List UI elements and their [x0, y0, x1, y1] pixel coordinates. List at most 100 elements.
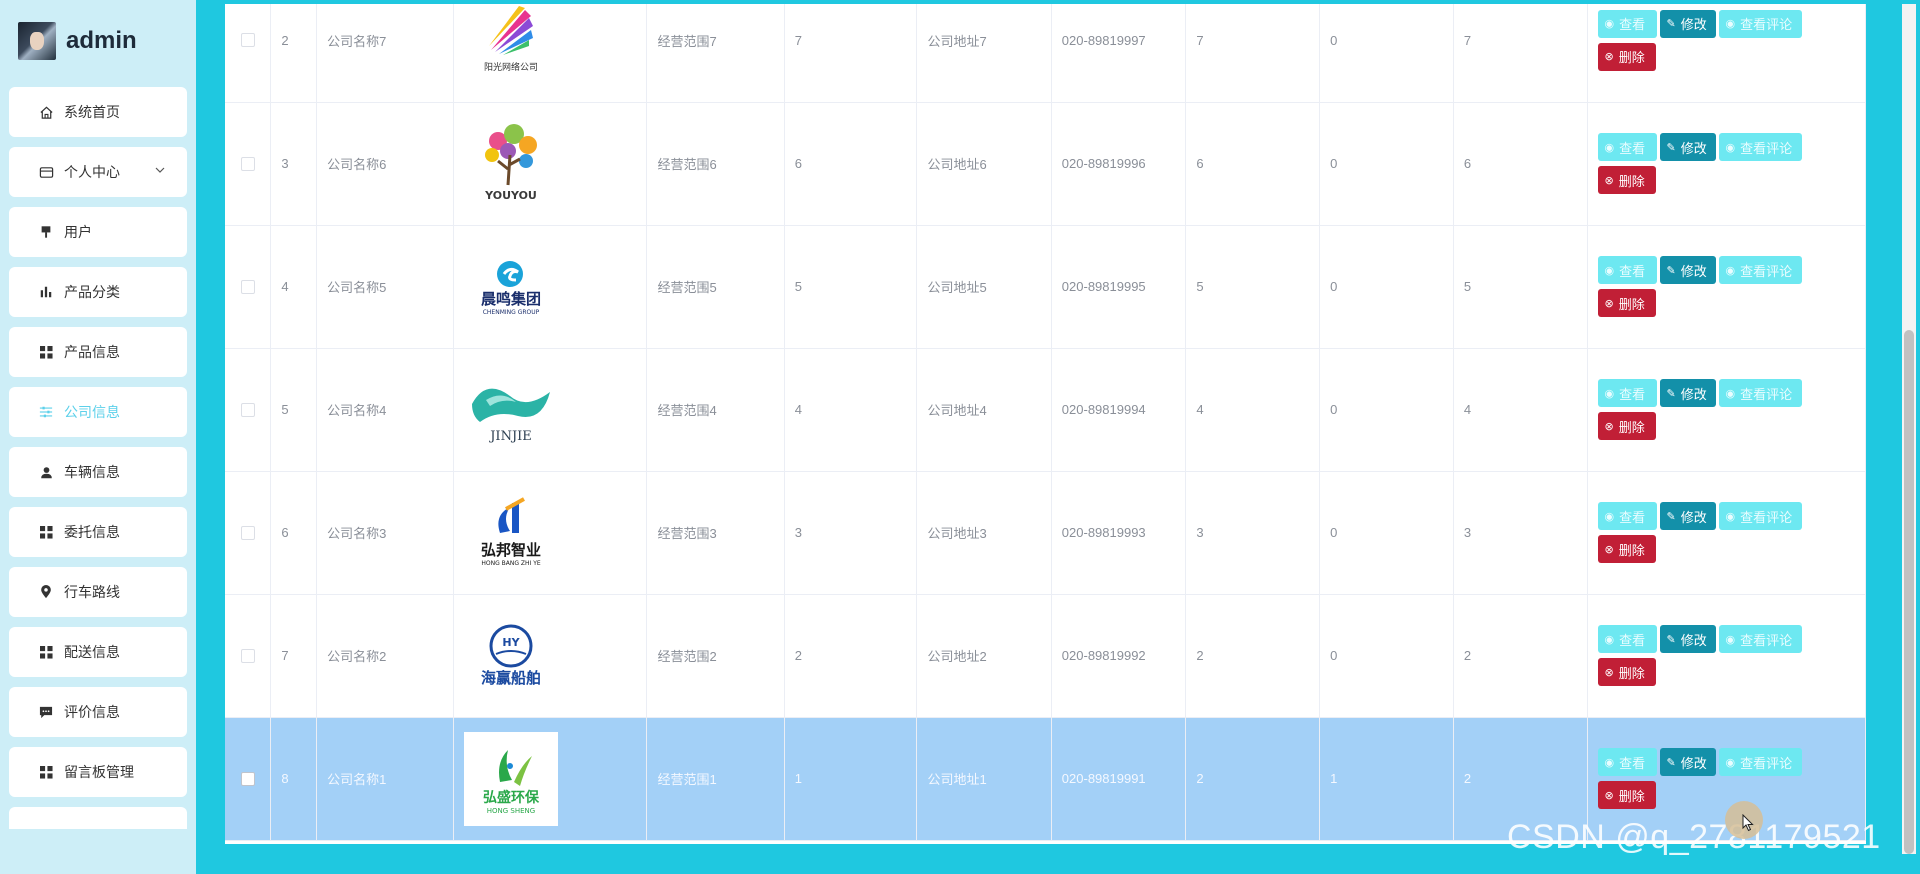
- svg-text:晨鸣集团: 晨鸣集团: [481, 290, 541, 308]
- row-checkbox[interactable]: [240, 648, 255, 663]
- table-panel: 2 公司名称7 阳光网络公司 经营范围7 7 公司地址7 020-8981999…: [225, 4, 1866, 844]
- view-button[interactable]: ◉ 查看: [1597, 748, 1657, 776]
- view-comments-button[interactable]: ◉ 查看评论: [1718, 625, 1802, 653]
- cell-company-name: 公司名称1: [316, 717, 455, 841]
- view-comments-button[interactable]: ◉ 查看评论: [1718, 502, 1802, 530]
- sidebar-item-personal-center[interactable]: 个人中心: [9, 147, 187, 197]
- cell-index: 7: [270, 594, 318, 718]
- delete-button[interactable]: ⊗ 删除: [1597, 166, 1656, 194]
- cell-value: 2: [1185, 594, 1321, 718]
- delete-button-label: 删除: [1618, 665, 1645, 681]
- view-button[interactable]: ◉ 查看: [1597, 502, 1657, 530]
- scrollbar-thumb[interactable]: [1904, 330, 1914, 854]
- row-checkbox[interactable]: [240, 279, 255, 294]
- company-logo[interactable]: JINJIE: [464, 362, 559, 457]
- cell-address: 公司地址7: [916, 4, 1052, 103]
- view-comments-button[interactable]: ◉ 查看评论: [1718, 748, 1802, 776]
- table-row[interactable]: 5 公司名称4 JINJIE 经营范围4 4 公司地址4 020-8981999…: [225, 348, 1866, 472]
- location-icon: [38, 584, 54, 600]
- svg-text:阳光网络公司: 阳光网络公司: [484, 61, 538, 73]
- delete-button-label: 删除: [1618, 173, 1645, 189]
- view-button[interactable]: ◉ 查看: [1597, 625, 1657, 653]
- sidebar-item-driving-route[interactable]: 行车路线: [9, 567, 187, 617]
- table-row[interactable]: 6 公司名称3 弘邦智业 HONG BANG ZHI YE 经营范围3 3 公司地…: [225, 471, 1866, 595]
- sidebar-item-message-board[interactable]: 留言板管理: [9, 747, 187, 797]
- edit-button[interactable]: ✎ 修改: [1659, 748, 1716, 776]
- sidebar: admin 系统首页 个人中心 用户 产品分类 产品信息 公司信息 车辆信息 委…: [0, 0, 196, 874]
- sidebar-item-company-info[interactable]: 公司信息: [9, 387, 187, 437]
- table-row[interactable]: 7 公司名称2 HY 海赢船舶 经营范围2 2 公司地址2 020-8981999…: [225, 594, 1866, 718]
- table-row[interactable]: 4 公司名称5 晨鸣集团 CHENMING GROUP 经营范围5 5 公司地址5…: [225, 225, 1866, 349]
- view-button-label: 查看: [1619, 386, 1646, 402]
- delete-button[interactable]: ⊗ 删除: [1597, 412, 1656, 440]
- view-comments-button[interactable]: ◉ 查看评论: [1718, 379, 1802, 407]
- sidebar-item-commission-info[interactable]: 委托信息: [9, 507, 187, 557]
- cell-business-scope: 经营范围4: [646, 348, 785, 472]
- avatar[interactable]: [18, 22, 56, 60]
- id-card-icon: [38, 164, 54, 180]
- sidebar-item-product-info[interactable]: 产品信息: [9, 327, 187, 377]
- company-logo[interactable]: 弘盛环保 HONG SHENG: [464, 731, 559, 826]
- table-row[interactable]: 2 公司名称7 阳光网络公司 经营范围7 7 公司地址7 020-8981999…: [225, 4, 1866, 103]
- cell-address: 公司地址6: [916, 102, 1052, 226]
- view-button[interactable]: ◉ 查看: [1597, 9, 1657, 38]
- sidebar-item-vehicle-info[interactable]: 车辆信息: [9, 447, 187, 497]
- row-checkbox[interactable]: [240, 156, 255, 171]
- sidebar-item-evaluation-info[interactable]: 评价信息: [9, 687, 187, 737]
- row-checkbox[interactable]: [240, 33, 255, 48]
- sidebar-item-label: 留言板管理: [64, 764, 134, 780]
- view-button[interactable]: ◉ 查看: [1597, 133, 1657, 161]
- row-checkbox[interactable]: [240, 525, 255, 540]
- view-comments-button[interactable]: ◉ 查看评论: [1718, 9, 1802, 38]
- edit-button[interactable]: ✎ 修改: [1659, 9, 1716, 38]
- cell-business-scope: 经营范围1: [646, 717, 785, 841]
- company-logo[interactable]: 晨鸣集团 CHENMING GROUP: [464, 239, 559, 334]
- view-comments-button[interactable]: ◉ 查看评论: [1718, 256, 1802, 284]
- delete-button[interactable]: ⊗ 删除: [1597, 289, 1656, 317]
- delete-button[interactable]: ⊗ 删除: [1597, 42, 1656, 71]
- table-row[interactable]: 3 公司名称6 YOUYOU 经营范围6 6 公司地址6 020-8981999…: [225, 102, 1866, 226]
- cell-value: 6: [1453, 102, 1588, 226]
- vertical-scrollbar[interactable]: [1902, 4, 1916, 854]
- cursor-icon: [1742, 814, 1754, 832]
- sidebar-item-label: 车辆信息: [64, 464, 120, 480]
- edit-button[interactable]: ✎ 修改: [1659, 502, 1716, 530]
- company-logo[interactable]: YOUYOU: [464, 116, 559, 211]
- delete-button[interactable]: ⊗ 删除: [1597, 535, 1656, 563]
- cell-business-scope: 经营范围7: [646, 4, 785, 103]
- edit-button[interactable]: ✎ 修改: [1659, 379, 1716, 407]
- sidebar-item-home[interactable]: 系统首页: [9, 87, 187, 137]
- main-content: 2 公司名称7 阳光网络公司 经营范围7 7 公司地址7 020-8981999…: [196, 0, 1920, 874]
- company-logo[interactable]: HY 海赢船舶: [464, 608, 559, 703]
- eye-icon: ◉: [1604, 264, 1615, 277]
- chevron-down-icon[interactable]: [155, 163, 165, 177]
- company-logo[interactable]: 阳光网络公司: [464, 4, 559, 88]
- edit-button[interactable]: ✎ 修改: [1659, 256, 1716, 284]
- row-checkbox[interactable]: [240, 402, 255, 417]
- row-checkbox[interactable]: [240, 771, 255, 786]
- sidebar-item-delivery-info[interactable]: 配送信息: [9, 627, 187, 677]
- eye-icon: ◉: [1604, 510, 1615, 523]
- sidebar-item-product-category[interactable]: 产品分类: [9, 267, 187, 317]
- edit-button[interactable]: ✎ 修改: [1659, 133, 1716, 161]
- close-circle-icon: ⊗: [1604, 666, 1614, 679]
- edit-button-label: 修改: [1680, 263, 1707, 279]
- cell-count: 3: [784, 471, 918, 595]
- delete-button[interactable]: ⊗ 删除: [1597, 658, 1656, 686]
- grid-icon: [38, 524, 54, 540]
- view-button[interactable]: ◉ 查看: [1597, 256, 1657, 284]
- view-button-label: 查看: [1619, 140, 1646, 156]
- view-comments-button[interactable]: ◉ 查看评论: [1718, 133, 1802, 161]
- view-button[interactable]: ◉ 查看: [1597, 379, 1657, 407]
- sidebar-item-users[interactable]: 用户: [9, 207, 187, 257]
- company-logo[interactable]: 弘邦智业 HONG BANG ZHI YE: [464, 485, 559, 580]
- delete-button[interactable]: ⊗ 删除: [1597, 781, 1656, 809]
- cell-actions: ◉ 查看 ✎ 修改 ◉ 查看评论 ⊗ 删除: [1587, 348, 1866, 472]
- cell-value: 0: [1319, 594, 1454, 718]
- eye-icon: ◉: [1725, 510, 1736, 523]
- edit-button-label: 修改: [1680, 509, 1707, 525]
- eye-icon: ◉: [1604, 141, 1615, 154]
- edit-button[interactable]: ✎ 修改: [1659, 625, 1716, 653]
- sidebar-item-partial[interactable]: [9, 807, 187, 829]
- close-circle-icon: ⊗: [1604, 51, 1614, 64]
